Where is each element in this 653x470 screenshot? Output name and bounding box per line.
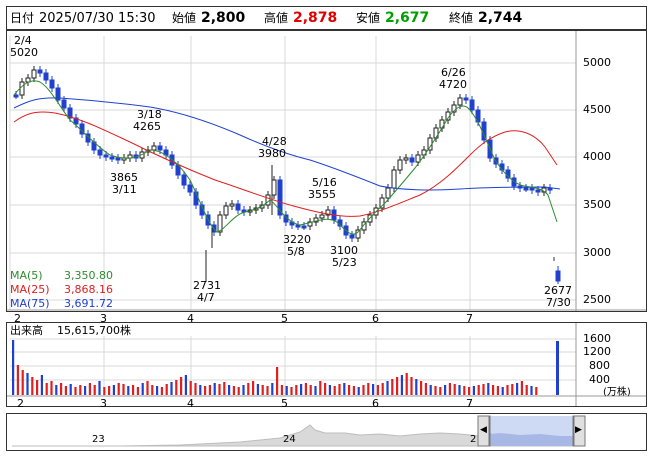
stock-chart-window: 日付 2025/07/30 15:30 始値 2,800 高値 2,878 安値… (0, 0, 653, 470)
navigator-label: 23 (92, 434, 105, 445)
navigator-canvas[interactable] (0, 0, 653, 470)
navigator-label: 2 (470, 434, 477, 445)
navigator-left-arrow[interactable]: ◀ (480, 426, 487, 435)
navigator-label: 24 (283, 434, 296, 445)
navigator-right-arrow[interactable]: ▶ (575, 426, 582, 435)
